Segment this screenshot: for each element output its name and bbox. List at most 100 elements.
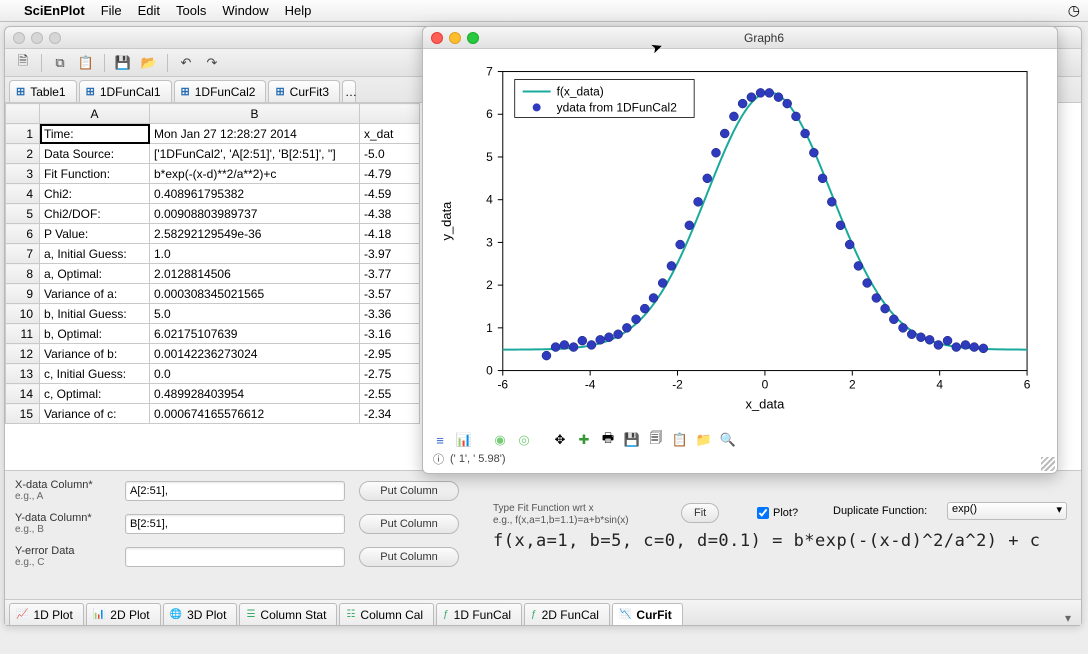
yerr-input[interactable] <box>125 547 345 567</box>
ct-zoom-out-icon[interactable]: ◎ <box>515 431 533 449</box>
cell-a[interactable]: b, Initial Guess: <box>40 304 150 324</box>
menu-edit[interactable]: Edit <box>138 3 160 18</box>
col-header-a[interactable]: A <box>40 104 150 124</box>
chart-svg[interactable]: -6-4-2024601234567x_datay_dataf(x_data)y… <box>433 55 1047 419</box>
resize-grip[interactable] <box>1041 457 1055 471</box>
tabs-overflow-icon[interactable]: ▾ <box>1065 611 1071 625</box>
minimize-icon[interactable] <box>31 32 43 44</box>
tab-curfit3[interactable]: ⊞CurFit3 <box>268 80 340 102</box>
cell-b[interactable]: b*exp(-(x-d)**2/a**2)+c <box>150 164 360 184</box>
cell-c[interactable]: -3.36 <box>360 304 420 324</box>
put-column-y-button[interactable]: Put Column <box>359 514 459 534</box>
cell-c[interactable]: x_dat <box>360 124 420 144</box>
cell-c[interactable]: -2.95 <box>360 344 420 364</box>
cell-b[interactable]: 0.408961795382 <box>150 184 360 204</box>
btab-3d-plot[interactable]: 🌐3D Plot <box>163 603 238 625</box>
tab-1dfuncal2[interactable]: ⊞1DFunCal2 <box>174 80 267 102</box>
graph-titlebar[interactable]: Graph6 <box>423 27 1057 49</box>
cell-a[interactable]: Time: <box>40 124 150 144</box>
cell-b[interactable]: Mon Jan 27 12:28:27 2014 <box>150 124 360 144</box>
row-header[interactable]: 1 <box>6 124 40 144</box>
cell-b[interactable]: 5.0 <box>150 304 360 324</box>
close-icon[interactable] <box>13 32 25 44</box>
cell-b[interactable]: 0.00142236273024 <box>150 344 360 364</box>
row-header[interactable]: 14 <box>6 384 40 404</box>
tb-save-icon[interactable]: 💾 <box>111 52 135 74</box>
tb-undo-icon[interactable]: ↶ <box>174 52 198 74</box>
zoom-icon[interactable] <box>467 32 479 44</box>
btab-curfit[interactable]: 📉CurFit <box>612 603 683 625</box>
cell-a[interactable]: Fit Function: <box>40 164 150 184</box>
col-header-b[interactable]: B <box>150 104 360 124</box>
cell-b[interactable]: 2.0128814506 <box>150 264 360 284</box>
tb-redo-icon[interactable]: ↷ <box>200 52 224 74</box>
cell-a[interactable]: Variance of a: <box>40 284 150 304</box>
clock-icon[interactable]: ◷ <box>1068 2 1080 19</box>
plot-area[interactable]: -6-4-2024601234567x_datay_dataf(x_data)y… <box>433 55 1047 419</box>
minimize-icon[interactable] <box>449 32 461 44</box>
spreadsheet[interactable]: A B 1Time:Mon Jan 27 12:28:27 2014x_dat 2… <box>5 103 420 424</box>
put-column-x-button[interactable]: Put Column <box>359 481 459 501</box>
cell-c[interactable]: -3.77 <box>360 264 420 284</box>
ydata-input[interactable] <box>125 514 345 534</box>
row-header[interactable]: 8 <box>6 264 40 284</box>
btab-column-cal[interactable]: ☷Column Cal <box>339 603 434 625</box>
menu-tools[interactable]: Tools <box>176 3 206 18</box>
tab-table1[interactable]: ⊞Table1 <box>9 80 77 102</box>
ct-config-icon[interactable]: ✚ <box>575 431 593 449</box>
row-header[interactable]: 15 <box>6 404 40 424</box>
ct-pan-icon[interactable]: ✥ <box>551 431 569 449</box>
put-column-yerr-button[interactable]: Put Column <box>359 547 459 567</box>
tb-copy-icon[interactable]: ⧉ <box>48 52 72 74</box>
cell-a[interactable]: c, Initial Guess: <box>40 364 150 384</box>
ct-list-icon[interactable]: ≡ <box>431 431 449 449</box>
cell-c[interactable]: -4.79 <box>360 164 420 184</box>
row-header[interactable]: 3 <box>6 164 40 184</box>
cell-c[interactable]: -2.55 <box>360 384 420 404</box>
traffic-lights-main[interactable] <box>13 32 61 44</box>
cell-a[interactable]: a, Optimal: <box>40 264 150 284</box>
ct-export-icon[interactable]: 🗐 <box>647 431 665 449</box>
cell-c[interactable]: -4.59 <box>360 184 420 204</box>
cell-c[interactable]: -4.38 <box>360 204 420 224</box>
cell-b[interactable]: 0.0 <box>150 364 360 384</box>
cell-b[interactable]: 0.489928403954 <box>150 384 360 404</box>
cell-a[interactable]: Variance of c: <box>40 404 150 424</box>
cell-a[interactable]: a, Initial Guess: <box>40 244 150 264</box>
cell-a[interactable]: Data Source: <box>40 144 150 164</box>
cell-c[interactable]: -5.0 <box>360 144 420 164</box>
cell-c[interactable]: -2.75 <box>360 364 420 384</box>
xdata-input[interactable] <box>125 481 345 501</box>
duplicate-function-select[interactable]: exp() ▾ <box>947 502 1067 520</box>
row-header[interactable]: 4 <box>6 184 40 204</box>
cell-b[interactable]: 2.58292129549e-36 <box>150 224 360 244</box>
btab-1d-plot[interactable]: 📈1D Plot <box>9 603 84 625</box>
row-header[interactable]: 12 <box>6 344 40 364</box>
ct-bar-icon[interactable]: 📊 <box>455 431 473 449</box>
ct-save-icon[interactable]: 💾 <box>623 431 641 449</box>
cell-a[interactable]: P Value: <box>40 224 150 244</box>
menu-file[interactable]: File <box>101 3 122 18</box>
row-header[interactable]: 6 <box>6 224 40 244</box>
formula-display[interactable]: f(x,a=1, b=5, c=0, d=0.1) = b*exp(-(x-d)… <box>493 531 1065 591</box>
row-header[interactable]: 5 <box>6 204 40 224</box>
ct-search-icon[interactable]: 🔍 <box>719 431 737 449</box>
ct-folder-icon[interactable]: 📁 <box>695 431 713 449</box>
row-header[interactable]: 9 <box>6 284 40 304</box>
tab-more[interactable]: … <box>342 80 356 102</box>
plot-checkbox[interactable]: Plot? <box>757 507 798 519</box>
btab-column-stat[interactable]: ☰Column Stat <box>239 603 337 625</box>
app-name[interactable]: SciEnPlot <box>24 3 85 18</box>
cell-b[interactable]: 0.000308345021565 <box>150 284 360 304</box>
row-header[interactable]: 11 <box>6 324 40 344</box>
ct-print-icon[interactable]: 🖶 <box>599 431 617 449</box>
tab-1dfuncal1[interactable]: ⊞1DFunCal1 <box>79 80 172 102</box>
cell-a[interactable]: Chi2: <box>40 184 150 204</box>
row-header[interactable]: 10 <box>6 304 40 324</box>
row-header[interactable]: 13 <box>6 364 40 384</box>
cell-a[interactable]: b, Optimal: <box>40 324 150 344</box>
btab-1d-funcal[interactable]: ƒ1D FunCal <box>436 603 522 625</box>
cell-c[interactable]: -3.97 <box>360 244 420 264</box>
cell-b[interactable]: 6.02175107639 <box>150 324 360 344</box>
ct-copy-icon[interactable]: 📋 <box>671 431 689 449</box>
